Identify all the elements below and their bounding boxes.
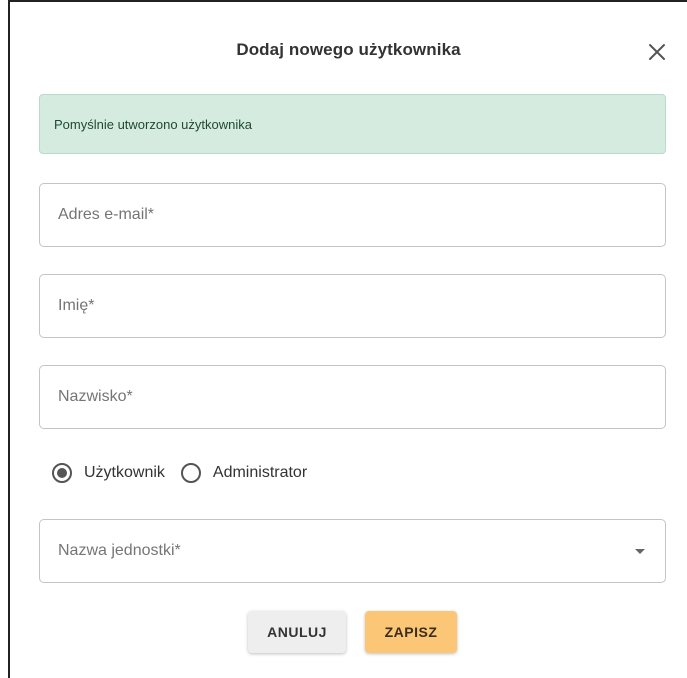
role-option-user-label: Użytkownik xyxy=(84,464,165,481)
email-field[interactable] xyxy=(39,183,666,247)
last-name-input[interactable] xyxy=(40,366,665,428)
first-name-field[interactable] xyxy=(39,274,666,338)
save-button[interactable]: ZAPISZ xyxy=(365,611,457,653)
role-radio-group: Użytkownik Administrator xyxy=(52,458,323,488)
role-option-user[interactable]: Użytkownik xyxy=(52,463,165,483)
close-icon xyxy=(649,44,665,60)
close-button[interactable] xyxy=(645,40,669,64)
success-alert: Pomyślnie utworzono użytkownika xyxy=(39,94,666,154)
cancel-button[interactable]: ANULUJ xyxy=(248,611,346,653)
email-input[interactable] xyxy=(40,184,665,246)
unit-select[interactable]: Nazwa jednostki* xyxy=(39,519,666,583)
add-user-dialog: Dodaj nowego użytkownika Pomyślnie utwor… xyxy=(8,0,687,678)
dropdown-caret-icon[interactable] xyxy=(635,549,645,554)
radio-unchecked-icon[interactable] xyxy=(180,463,201,483)
role-option-admin[interactable]: Administrator xyxy=(180,463,308,483)
last-name-field[interactable] xyxy=(39,365,666,429)
role-option-admin-label: Administrator xyxy=(212,464,308,481)
dialog-title: Dodaj nowego użytkownika xyxy=(236,40,461,59)
radio-checked-icon[interactable] xyxy=(52,463,72,483)
success-alert-message: Pomyślnie utworzono użytkownika xyxy=(54,117,252,132)
unit-select-label: Nazwa jednostki* xyxy=(58,542,181,559)
dialog-header: Dodaj nowego użytkownika xyxy=(10,2,687,100)
first-name-input[interactable] xyxy=(40,275,665,337)
